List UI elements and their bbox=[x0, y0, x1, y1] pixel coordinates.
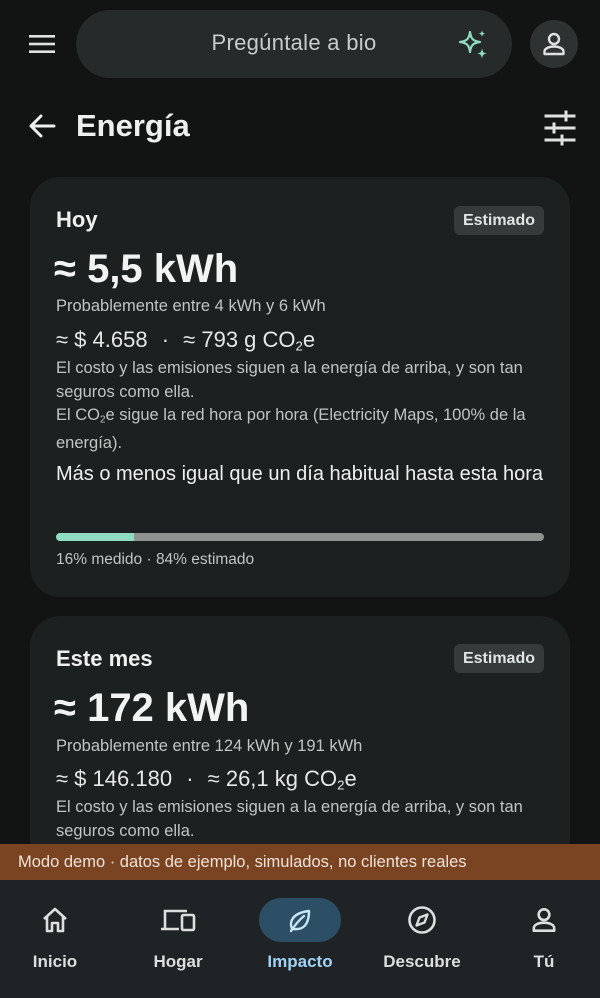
cost-emissions-line: ≈ $ 4.658 · ≈ 793 g CO2e bbox=[56, 327, 315, 353]
energy-range: Probablemente entre 4 kWh y 6 kWh bbox=[56, 297, 326, 315]
nav-item-impacto[interactable]: Impacto bbox=[240, 880, 360, 998]
separator: · bbox=[186, 766, 194, 791]
sparkle-icon[interactable] bbox=[456, 28, 490, 62]
energy-value: ≈ 172 kWh bbox=[54, 686, 250, 730]
search-placeholder: Pregúntale a bio bbox=[211, 30, 377, 55]
nav-item-tu[interactable]: Tú bbox=[484, 880, 600, 998]
today-energy-card: Hoy Estimado ≈ 5,5 kWh Probablemente ent… bbox=[30, 177, 570, 597]
cost-emissions-line: ≈ $ 146.180 · ≈ 26,1 kg CO2e bbox=[56, 766, 357, 792]
nav-label: Impacto bbox=[267, 952, 333, 971]
cost-note: El costo y las emisiones siguen a la ene… bbox=[56, 357, 546, 455]
emissions-value: ≈ 793 g CO2e bbox=[183, 327, 316, 354]
nav-label: Hogar bbox=[153, 952, 203, 971]
person-icon bbox=[532, 908, 556, 932]
comparison-text: Más o menos igual que un día habitual ha… bbox=[56, 463, 543, 485]
arrow-back-icon[interactable] bbox=[24, 108, 60, 144]
account-button[interactable] bbox=[530, 20, 578, 68]
cost-note: El costo y las emisiones siguen a la ene… bbox=[56, 798, 523, 840]
page-header: Energía bbox=[0, 100, 600, 156]
progress-caption: 16% medido · 84% estimado bbox=[56, 551, 255, 568]
month-energy-card: Este mes Estimado ≈ 172 kWh Probablement… bbox=[30, 616, 570, 876]
cost-value: ≈ $ 146.180 bbox=[56, 766, 173, 791]
tune-icon[interactable] bbox=[540, 108, 580, 148]
separator: · bbox=[161, 327, 170, 352]
menu-button[interactable] bbox=[22, 24, 62, 64]
nav-label: Descubre bbox=[383, 952, 461, 971]
energy-range: Probablemente entre 124 kWh y 191 kWh bbox=[56, 737, 363, 755]
bottom-navigation: Inicio Hogar Impacto Descubre Tú bbox=[0, 880, 600, 998]
measured-progress-fill bbox=[56, 533, 135, 541]
estimated-badge: Estimado bbox=[453, 644, 544, 673]
measured-progress-bar bbox=[56, 533, 544, 541]
ask-bio-search[interactable]: Pregúntale a bio bbox=[76, 10, 512, 78]
estimated-badge: Estimado bbox=[453, 206, 544, 235]
card-title: Este mes bbox=[56, 646, 153, 671]
emissions-value: ≈ 26,1 kg CO2e bbox=[207, 766, 357, 793]
nav-item-hogar[interactable]: Hogar bbox=[118, 880, 238, 998]
card-title: Hoy bbox=[56, 207, 98, 232]
cost-value: ≈ $ 4.658 bbox=[56, 327, 148, 352]
leaf-icon bbox=[289, 909, 311, 933]
top-bar: Pregúntale a bio bbox=[0, 0, 600, 90]
nav-item-descubre[interactable]: Descubre bbox=[362, 880, 482, 998]
energy-value: ≈ 5,5 kWh bbox=[54, 247, 239, 291]
nav-label: Inicio bbox=[32, 952, 78, 971]
nav-label: Tú bbox=[533, 952, 555, 971]
home-icon bbox=[43, 907, 67, 933]
co2-note: El CO2e sigue la red hora por hora (Elec… bbox=[56, 406, 526, 452]
compass-icon bbox=[408, 906, 436, 934]
demo-mode-banner: Modo demo · datos de ejemplo, simulados,… bbox=[0, 844, 600, 880]
devices-icon bbox=[161, 909, 196, 932]
menu-icon bbox=[29, 35, 55, 53]
person-icon bbox=[543, 32, 565, 56]
page-title: Energía bbox=[76, 108, 190, 143]
nav-item-inicio[interactable]: Inicio bbox=[0, 880, 115, 998]
